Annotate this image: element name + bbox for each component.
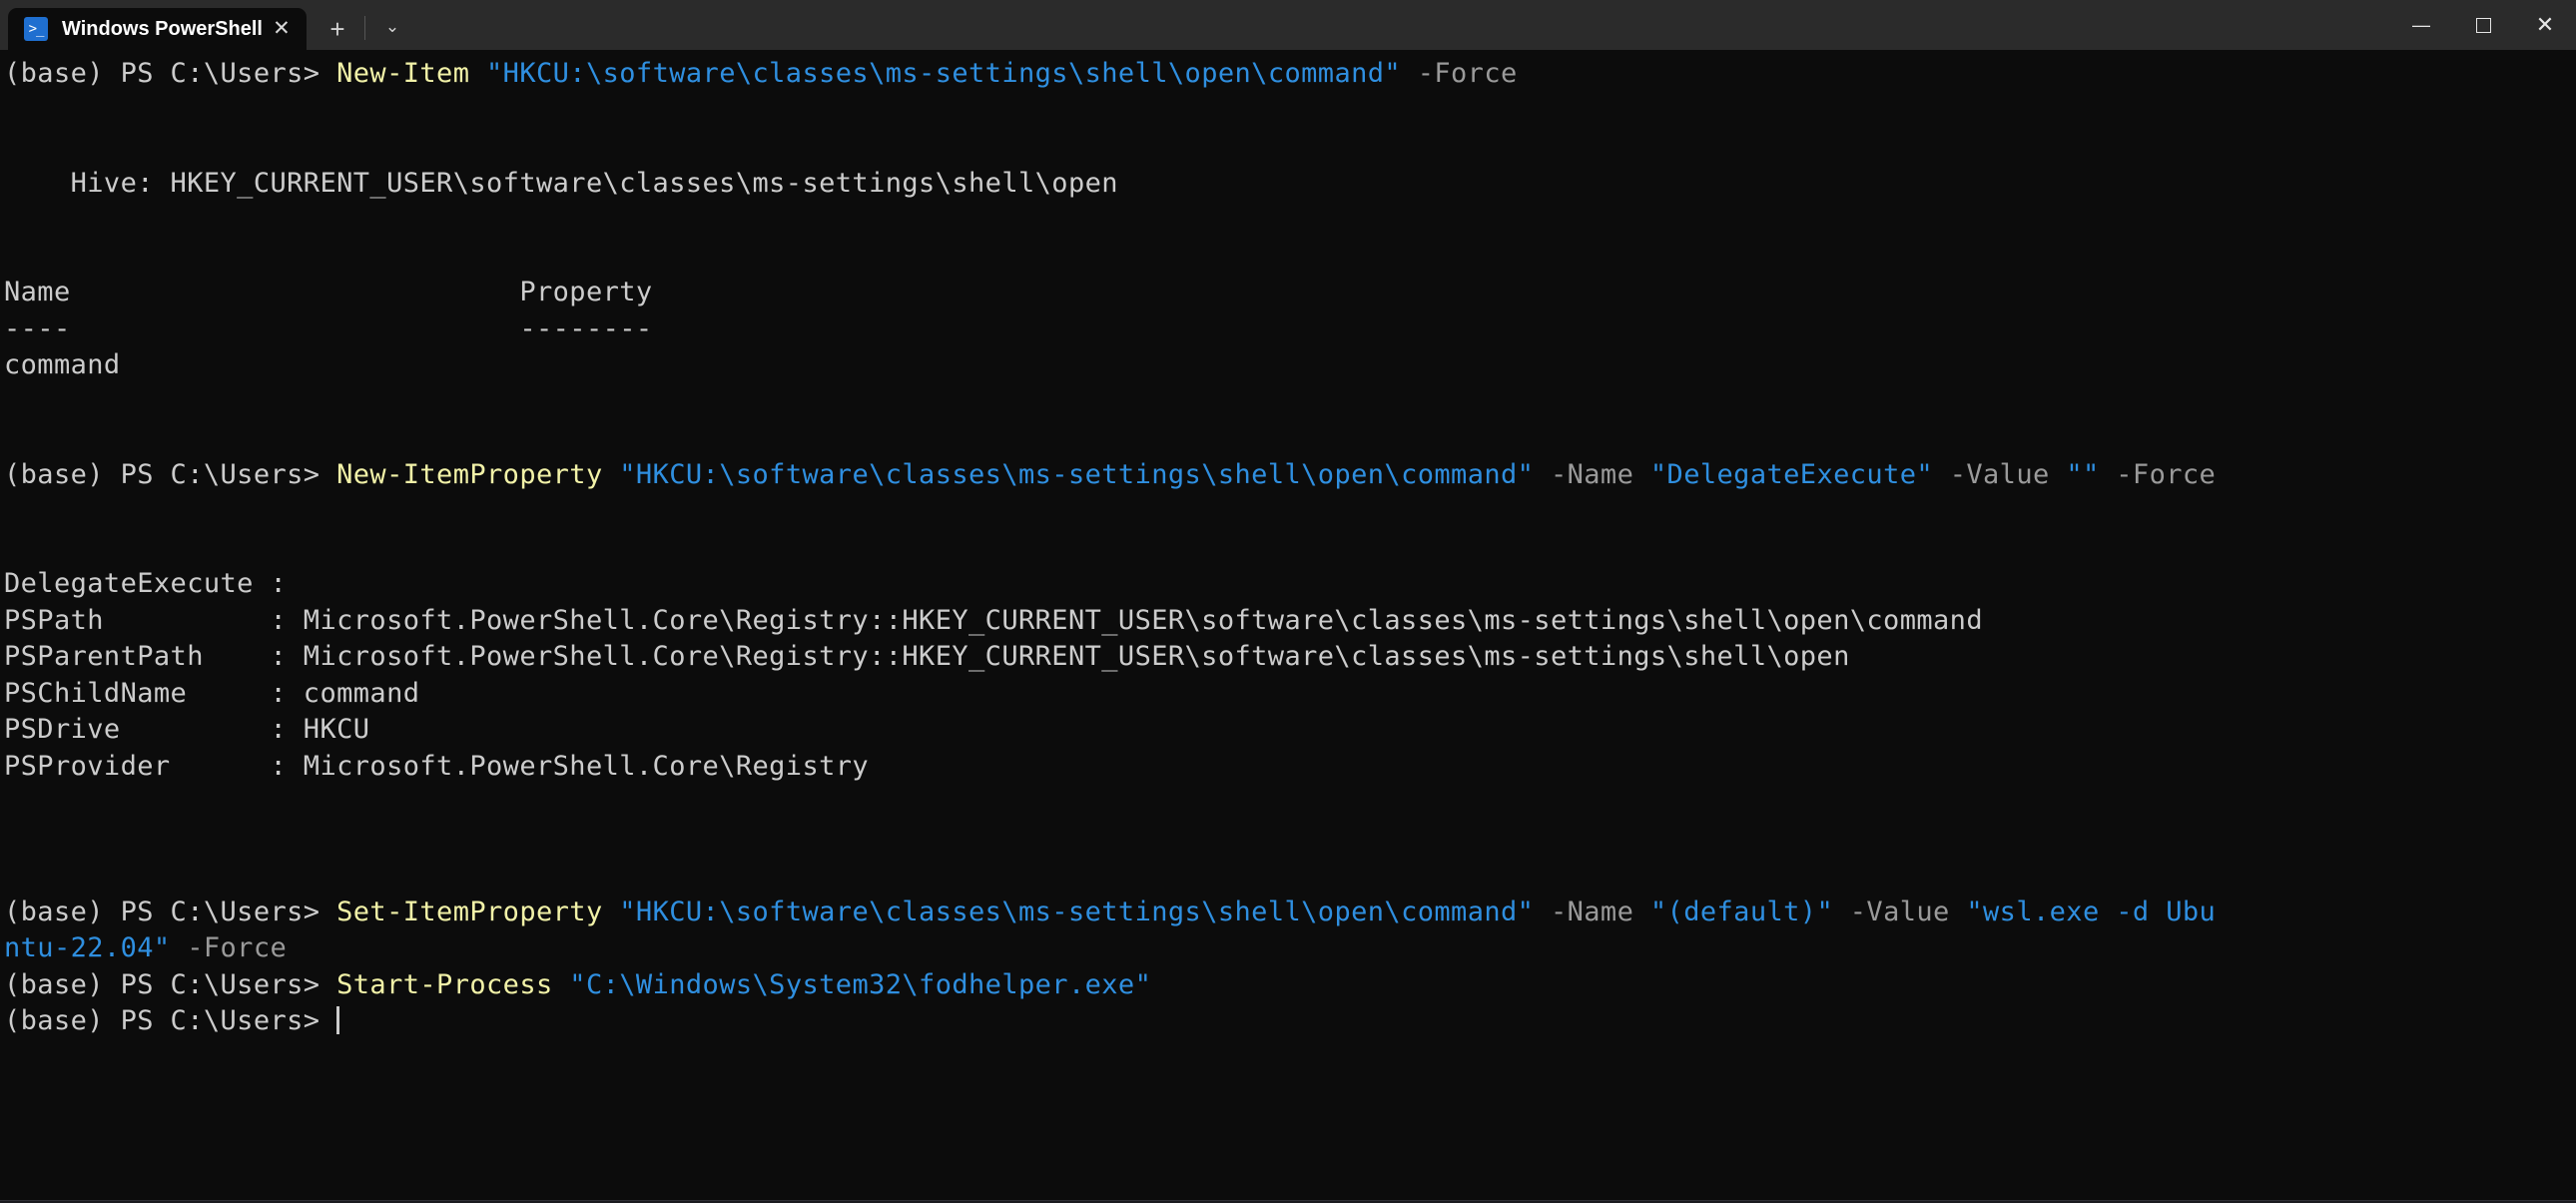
- terminal-token: New-Item: [336, 58, 470, 89]
- terminal-token: (base) PS C:\Users>: [4, 58, 337, 89]
- terminal-token: -Value: [1933, 458, 2067, 490]
- close-tab-icon[interactable]: ✕: [263, 12, 301, 46]
- terminal-token: (base) PS C:\Users>: [4, 896, 337, 927]
- maximize-button[interactable]: [2452, 0, 2514, 50]
- terminal-line-cmd-new-itemproperty: (base) PS C:\Users> New-ItemProperty "HK…: [4, 457, 2576, 494]
- terminal-line-prop-psdrive: PSDrive : HKCU: [4, 712, 2576, 749]
- terminal-token: -Name: [1534, 458, 1650, 490]
- terminal-token: -Value: [1833, 896, 1967, 927]
- terminal-token: "HKCU:\software\classes\ms-settings\shel…: [619, 896, 1535, 927]
- terminal-line-hive-line: Hive: HKEY_CURRENT_USER\software\classes…: [4, 166, 2576, 203]
- terminal-token: PSDrive : HKCU: [4, 714, 370, 745]
- terminal-line-blank-6: [4, 420, 2576, 457]
- window-controls: — ✕: [2390, 0, 2576, 50]
- terminal-line-blank-5: [4, 384, 2576, 421]
- terminal-token: New-ItemProperty: [336, 458, 603, 490]
- terminal-line-cmd-set-itemproperty: (base) PS C:\Users> Set-ItemProperty "HK…: [4, 895, 2576, 931]
- chevron-down-icon[interactable]: ⌄: [369, 8, 415, 50]
- titlebar-drag-region: [415, 0, 2390, 50]
- close-window-button[interactable]: ✕: [2514, 0, 2576, 50]
- terminal-line-blank-10: [4, 822, 2576, 859]
- terminal-token: "(default)": [1649, 896, 1834, 927]
- terminal-line-cmd-start-process: (base) PS C:\Users> Start-Process "C:\Wi…: [4, 967, 2576, 1004]
- terminal-line-cmd-new-item: (base) PS C:\Users> New-Item "HKCU:\soft…: [4, 56, 2576, 93]
- terminal-token: "DelegateExecute": [1649, 458, 1934, 490]
- terminal-line-blank-8: [4, 530, 2576, 567]
- terminal-token: "": [2066, 458, 2100, 490]
- terminal-line-blank-7: [4, 493, 2576, 530]
- terminal-token: Name Property: [4, 277, 653, 307]
- terminal-line-prop-delegateexecute: DelegateExecute :: [4, 566, 2576, 603]
- terminal-token: "HKCU:\software\classes\ms-settings\shel…: [486, 58, 1402, 89]
- powershell-window: >_ Windows PowerShell ✕ + ⌄ — ✕ (base) P…: [0, 0, 2576, 1203]
- terminal-token: (base) PS C:\Users>: [4, 1005, 337, 1036]
- terminal-line-blank-2: [4, 129, 2576, 166]
- terminal-line-table-row-command: command: [4, 347, 2576, 384]
- tab-strip: >_ Windows PowerShell ✕ + ⌄: [0, 0, 415, 50]
- terminal-line-blank-4: [4, 239, 2576, 276]
- terminal-token: Set-ItemProperty: [336, 896, 603, 927]
- terminal-token: PSChildName : command: [4, 677, 420, 709]
- terminal-line-table-rule: ---- --------: [4, 311, 2576, 348]
- terminal-token: Start-Process: [336, 968, 553, 1000]
- terminal-token: DelegateExecute :: [4, 568, 288, 599]
- terminal-token: -Force: [1401, 58, 1518, 89]
- terminal-line-blank-11: [4, 858, 2576, 895]
- terminal-token: ntu-22.04": [4, 932, 171, 963]
- terminal-token: "wsl.exe -d Ubu: [1966, 896, 2217, 927]
- tab-windows-powershell[interactable]: >_ Windows PowerShell ✕: [8, 8, 307, 50]
- terminal-token: PSPath : Microsoft.PowerShell.Core\Regis…: [4, 604, 1983, 636]
- terminal-line-cmd-set-itemproperty-wrap: ntu-22.04" -Force: [4, 930, 2576, 967]
- terminal-token: -Force: [170, 932, 288, 963]
- terminal-token: -Force: [2099, 458, 2217, 490]
- terminal-token: PSParentPath : Microsoft.PowerShell.Core…: [4, 641, 1850, 672]
- terminal-token: ---- --------: [4, 312, 653, 344]
- terminal-line-blank-9: [4, 785, 2576, 822]
- terminal-token: command: [4, 349, 121, 380]
- tab-title: Windows PowerShell: [62, 17, 263, 40]
- terminal-token: (base) PS C:\Users>: [4, 458, 337, 490]
- terminal-line-prop-psprovider: PSProvider : Microsoft.PowerShell.Core\R…: [4, 749, 2576, 786]
- terminal-line-table-header: Name Property: [4, 275, 2576, 311]
- terminal-token: -Name: [1534, 896, 1650, 927]
- title-bar: >_ Windows PowerShell ✕ + ⌄ — ✕: [0, 0, 2576, 50]
- maximize-icon: [2475, 17, 2491, 33]
- powershell-icon: >_: [24, 17, 48, 41]
- terminal-line-prop-psparentpath: PSParentPath : Microsoft.PowerShell.Core…: [4, 639, 2576, 676]
- terminal-line-prop-pschildname: PSChildName : command: [4, 676, 2576, 713]
- powershell-icon-glyph: >_: [28, 21, 45, 37]
- terminal-line-blank-3: [4, 202, 2576, 239]
- terminal-line-blank-1: [4, 93, 2576, 130]
- terminal-token: "C:\Windows\System32\fodhelper.exe": [569, 968, 1152, 1000]
- terminal-output[interactable]: (base) PS C:\Users> New-Item "HKCU:\soft…: [0, 50, 2576, 1203]
- terminal-line-prop-pspath: PSPath : Microsoft.PowerShell.Core\Regis…: [4, 603, 2576, 640]
- text-cursor: [336, 1006, 340, 1034]
- tab-divider: [363, 16, 365, 40]
- terminal-line-prompt-active: (base) PS C:\Users>: [4, 1003, 2576, 1040]
- minimize-button[interactable]: —: [2390, 0, 2452, 50]
- new-tab-button[interactable]: +: [315, 8, 360, 50]
- terminal-token: PSProvider : Microsoft.PowerShell.Core\R…: [4, 750, 870, 782]
- terminal-token: (base) PS C:\Users>: [4, 968, 337, 1000]
- terminal-token: "HKCU:\software\classes\ms-settings\shel…: [619, 458, 1535, 490]
- terminal-token: Hive: HKEY_CURRENT_USER\software\classes…: [4, 167, 1118, 199]
